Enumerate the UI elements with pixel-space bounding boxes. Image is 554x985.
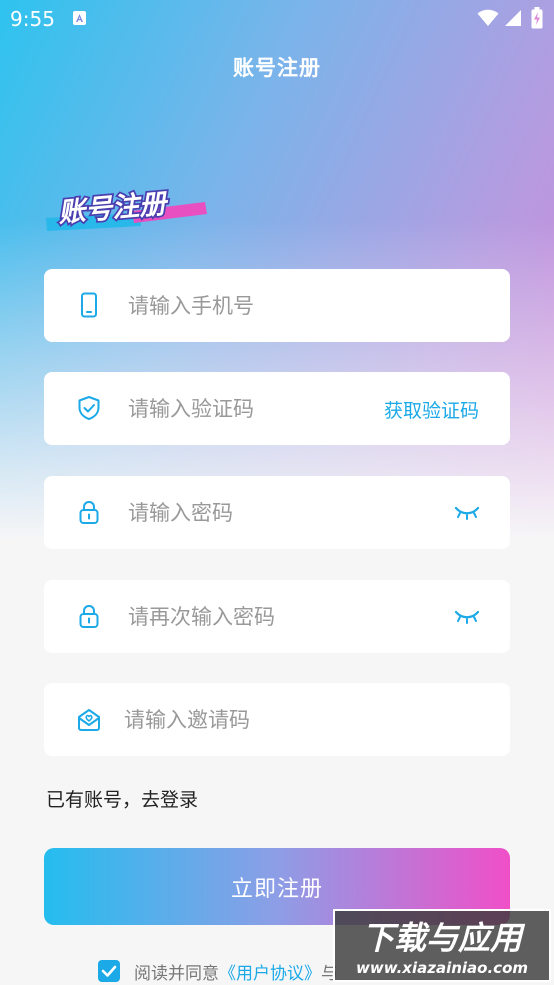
confirm-password-field	[44, 580, 510, 653]
notification-a-icon	[73, 11, 86, 25]
watermark-logo: 下载与应用 www.xiazainiao.com	[333, 909, 551, 982]
eye-closed-icon[interactable]	[454, 503, 480, 521]
get-code-button[interactable]: 获取验证码	[384, 396, 479, 423]
login-link[interactable]: 已有账号，去登录	[46, 785, 198, 812]
password-field	[44, 476, 510, 549]
user-agreement-link[interactable]: 《用户协议》	[219, 964, 321, 984]
wifi-icon	[477, 9, 499, 26]
invite-code-input[interactable]	[124, 683, 364, 756]
status-time: 9:55	[10, 7, 55, 31]
logo-text: 账号注册	[57, 188, 170, 229]
watermark-url: www.xiazainiao.com	[356, 959, 528, 977]
confirm-password-input[interactable]	[128, 580, 368, 653]
signal-icon	[505, 10, 521, 26]
envelope-heart-icon	[78, 709, 100, 731]
page-title: 账号注册	[233, 56, 321, 80]
watermark-text: 下载与应用	[362, 919, 526, 957]
eye-closed-icon[interactable]	[454, 607, 480, 625]
battery-charging-icon	[531, 7, 543, 29]
password-input[interactable]	[128, 476, 368, 549]
verification-code-field: 获取验证码	[44, 372, 510, 445]
verification-code-input[interactable]	[128, 372, 368, 445]
lock-icon	[79, 500, 99, 524]
phone-field	[44, 269, 510, 342]
agree-checkbox[interactable]	[98, 960, 120, 982]
lock-icon	[79, 604, 99, 628]
phone-icon	[81, 292, 97, 318]
status-bar: 9:55	[0, 0, 554, 38]
agreement-text: 阅读并同意《用户协议》与	[134, 959, 338, 984]
agreement-prefix: 阅读并同意	[134, 964, 219, 984]
invite-code-field	[44, 683, 510, 756]
shield-check-icon	[78, 396, 100, 420]
phone-input[interactable]	[128, 269, 368, 342]
register-logo-badge: 账号注册	[44, 180, 209, 232]
